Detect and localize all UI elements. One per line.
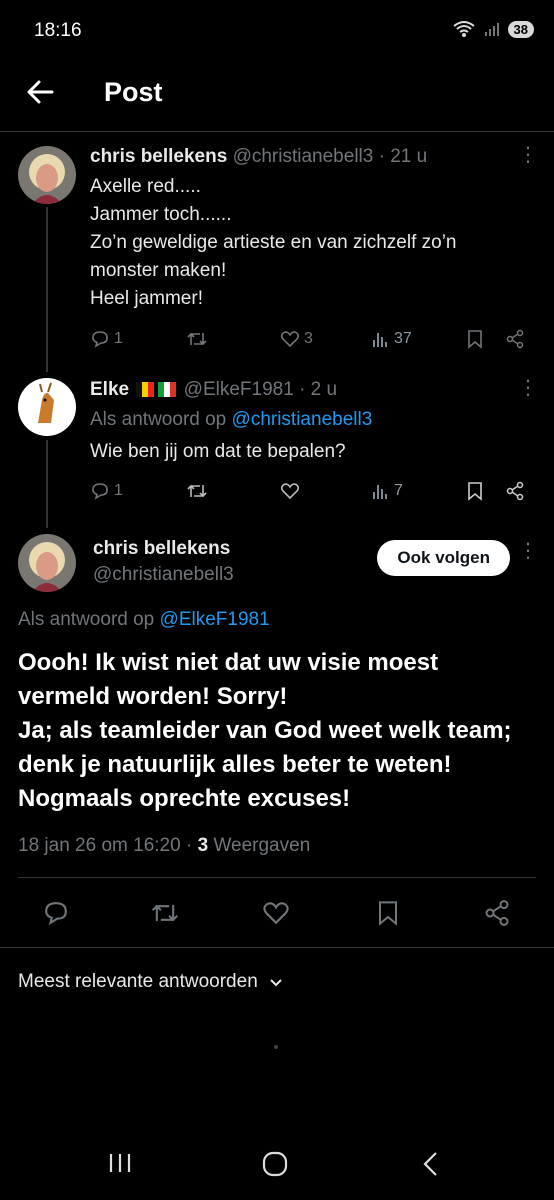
views-button[interactable]: 37	[372, 329, 412, 349]
author-name[interactable]: Elke	[90, 379, 129, 400]
more-icon[interactable]: ⋮	[518, 541, 538, 561]
bookmark-icon[interactable]	[466, 329, 484, 349]
retweet-button[interactable]	[186, 329, 208, 349]
post-line: denk je natuurlijk alles beter te weten!	[18, 751, 452, 778]
retweet-icon[interactable]	[150, 899, 180, 927]
reply-context: Als antwoord op @ElkeF1981	[18, 608, 270, 632]
reply-count: 1	[114, 482, 123, 499]
reply-prefix: Als antwoord op	[90, 409, 227, 430]
reply-icon	[92, 483, 108, 500]
author-name[interactable]: chris bellekens	[93, 538, 230, 560]
reply-prefix: Als antwoord op	[18, 609, 155, 630]
tweet-time: · 21 u	[378, 146, 428, 167]
thread-line	[46, 207, 48, 372]
status-time: 18:16	[34, 20, 82, 41]
follow-button[interactable]: Ook volgen	[377, 540, 510, 576]
views-count: 3	[197, 835, 209, 856]
tweet-text: Axelle red..... Jammer toch...... Zo’n g…	[90, 173, 456, 313]
share-icon[interactable]	[483, 899, 511, 927]
views-count: 7	[394, 482, 403, 499]
like-button[interactable]	[280, 481, 300, 501]
chevron-down-icon	[270, 979, 282, 987]
retweet-icon	[187, 484, 207, 498]
like-button[interactable]: 3	[280, 329, 313, 349]
reply-context: Als antwoord op @christianebell3	[90, 408, 372, 432]
like-icon	[280, 483, 300, 500]
nav-back-icon[interactable]	[419, 1150, 443, 1178]
status-icons: 38	[452, 20, 534, 38]
post-line: vermeld worden! Sorry!	[18, 683, 288, 710]
tweet-text: Wie ben jij om dat te bepalen?	[90, 441, 346, 462]
author-name[interactable]: chris bellekens	[90, 146, 227, 167]
tweet-line: Jammer toch......	[90, 204, 232, 225]
recent-apps-icon[interactable]	[107, 1151, 133, 1175]
home-icon[interactable]	[261, 1150, 289, 1178]
avatar[interactable]	[18, 146, 76, 204]
back-arrow-icon[interactable]	[24, 76, 56, 108]
more-icon[interactable]: ⋮	[518, 145, 538, 165]
divider	[18, 877, 536, 878]
like-count: 3	[304, 330, 313, 347]
header-divider	[0, 131, 554, 132]
retweet-button[interactable]	[186, 481, 208, 501]
reply-to-link[interactable]: @christianebell3	[232, 409, 373, 430]
share-icon[interactable]	[505, 329, 525, 349]
page-title: Post	[104, 77, 163, 107]
tweet-time: · 2 u	[299, 379, 338, 400]
retweet-icon	[187, 332, 207, 346]
sort-replies-dropdown[interactable]: Meest relevante antwoorden	[18, 971, 284, 993]
bookmark-icon[interactable]	[466, 481, 484, 501]
like-icon[interactable]	[262, 899, 290, 927]
bookmark-icon[interactable]	[376, 899, 400, 927]
tweet-header: Elke @ElkeF1981 · 2 u	[90, 378, 337, 402]
reply-icon[interactable]	[42, 899, 70, 927]
reply-button[interactable]: 1	[90, 329, 123, 349]
author-handle[interactable]: @christianebell3	[233, 146, 374, 167]
like-icon	[280, 331, 300, 348]
battery-indicator: 38	[507, 20, 534, 38]
avatar[interactable]	[18, 378, 76, 436]
reply-to-link[interactable]: @ElkeF1981	[160, 609, 270, 630]
post-date: 18 jan 26 om 16:20 ·	[18, 835, 193, 856]
post-meta: 18 jan 26 om 16:20 · 3 Weergaven	[18, 835, 310, 857]
wifi-icon	[452, 21, 475, 37]
tweet-line: Axelle red.....	[90, 176, 201, 197]
share-icon[interactable]	[505, 481, 525, 501]
more-icon[interactable]: ⋮	[518, 378, 538, 398]
post-text: Oooh! Ik wist niet dat uw visie moest ve…	[18, 646, 538, 816]
post-line: Oooh! Ik wist niet dat uw visie moest	[18, 649, 439, 676]
avatar[interactable]	[18, 534, 76, 592]
author-handle[interactable]: @christianebell3	[93, 564, 234, 586]
tweet-line: Heel jammer!	[90, 288, 203, 309]
loading-dot	[274, 1045, 278, 1049]
views-icon	[373, 333, 387, 347]
sort-label: Meest relevante antwoorden	[18, 971, 258, 992]
signal-icon	[484, 23, 499, 36]
views-button[interactable]: 7	[372, 481, 403, 501]
italian-flag-icon	[158, 382, 177, 398]
reply-button[interactable]: 1	[90, 481, 123, 501]
post-line: Nogmaals oprechte excuses!	[18, 785, 351, 812]
views-label[interactable]: Weergaven	[213, 835, 310, 856]
views-count: 37	[394, 330, 412, 347]
tweet-line: Zo’n geweldige artieste en van zichzelf …	[90, 232, 457, 253]
divider	[0, 947, 554, 948]
tweet-line: monster maken!	[90, 260, 227, 281]
tweet-header: chris bellekens @christianebell3 · 21 u	[90, 145, 427, 169]
reply-icon	[92, 331, 108, 348]
author-handle[interactable]: @ElkeF1981	[184, 379, 294, 400]
reply-count: 1	[114, 330, 123, 347]
thread-line	[46, 440, 48, 528]
post-line: Ja; als teamleider van God weet welk tea…	[18, 717, 512, 744]
belgian-flag-icon	[136, 382, 155, 398]
views-icon	[373, 485, 387, 499]
